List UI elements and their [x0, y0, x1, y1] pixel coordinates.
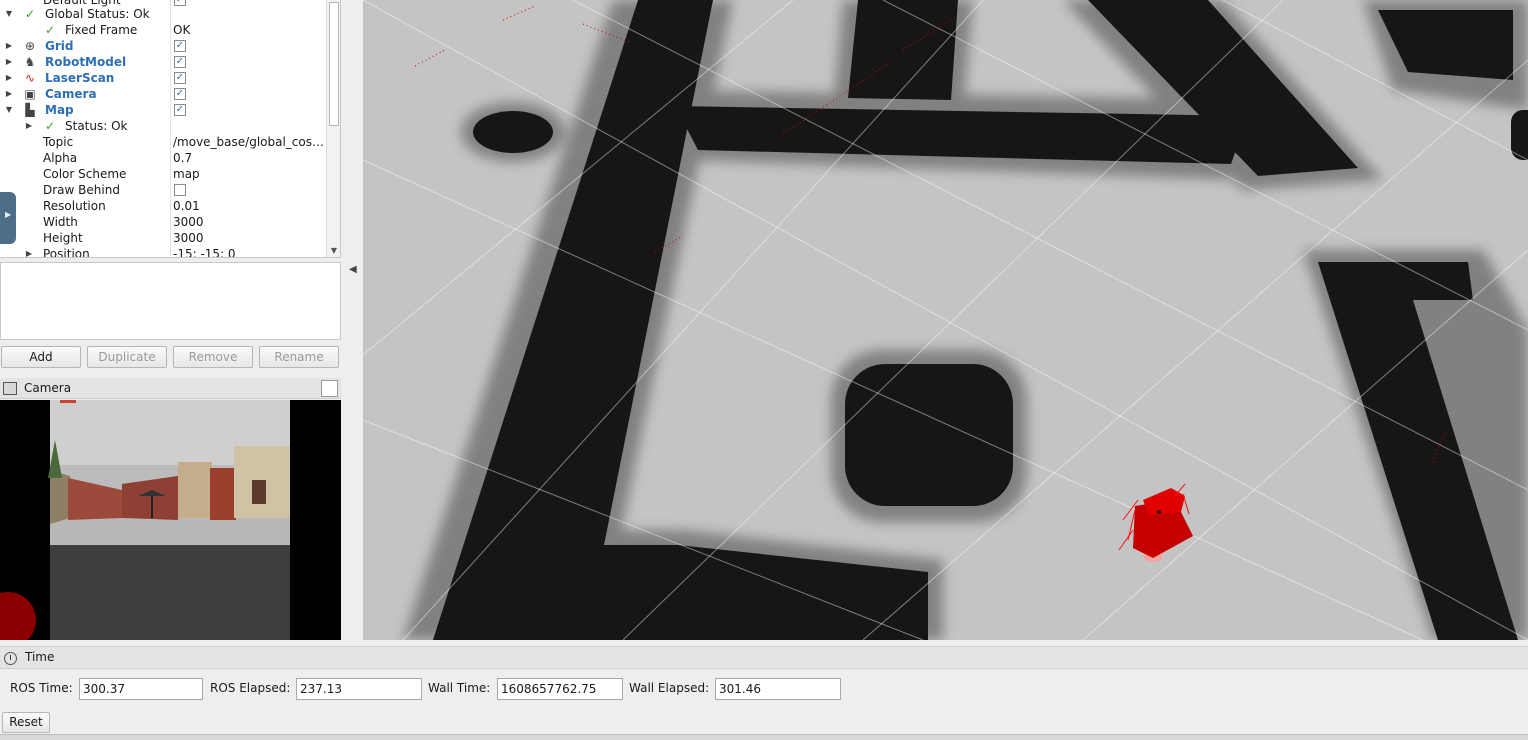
displays-tree[interactable]: Default Light ✓ ▼ ✓ Global Status: Ok ✓ …	[0, 0, 341, 258]
rviz-window: Default Light ✓ ▼ ✓ Global Status: Ok ✓ …	[0, 0, 1528, 740]
robot-model-icon: ♞	[24, 55, 36, 69]
camera-image	[0, 400, 290, 640]
expand-arrow-icon[interactable]: ▶	[24, 118, 34, 134]
tree-row-label: Map	[45, 103, 74, 117]
camera-view	[0, 400, 341, 640]
ros-time-field[interactable]: 300.37	[79, 678, 203, 700]
tree-row-label: Camera	[45, 87, 97, 101]
tree-row-map-status[interactable]: ▶ ✓ Status: Ok	[0, 118, 326, 134]
property-description-area	[0, 262, 341, 340]
camera-panel-title: Camera	[24, 381, 72, 395]
scroll-down-arrow-icon[interactable]: ▼	[329, 246, 339, 256]
tree-row-label: Grid	[45, 39, 74, 53]
expand-arrow-icon[interactable]: ▶	[4, 38, 14, 54]
tree-row-height[interactable]: Height 3000	[0, 230, 326, 246]
tree-row-color-scheme[interactable]: Color Scheme map	[0, 166, 326, 182]
remove-button[interactable]: Remove	[173, 346, 253, 368]
tree-row-label: Width	[43, 215, 78, 229]
tree-row-draw-behind[interactable]: Draw Behind	[0, 182, 326, 198]
enable-checkbox[interactable]: ✓	[174, 56, 186, 68]
tree-row-value: OK	[173, 23, 191, 37]
laser-scan-icon: ∿	[24, 71, 36, 85]
collapse-arrow-icon[interactable]: ▼	[4, 102, 14, 118]
ros-time-label: ROS Time:	[10, 681, 73, 695]
scrollbar-thumb[interactable]	[329, 2, 339, 126]
tree-row-grid[interactable]: ▶ ⊕ Grid ✓	[0, 38, 326, 54]
check-icon: ✓	[24, 7, 36, 21]
expand-arrow-icon[interactable]: ▶	[4, 70, 14, 86]
duplicate-button[interactable]: Duplicate	[87, 346, 167, 368]
tree-row-label: Color Scheme	[43, 167, 127, 181]
tree-row-value[interactable]: map	[173, 166, 325, 182]
tree-row-value[interactable]: 0.01	[173, 198, 325, 214]
camera-icon: ▣	[24, 87, 36, 101]
tree-row-camera[interactable]: ▶ ▣ Camera ✓	[0, 86, 326, 102]
tree-row-topic[interactable]: Topic /move_base/global_cost...	[0, 134, 326, 150]
tree-row-label: RobotModel	[45, 55, 127, 69]
time-panel: Time ROS Time: 300.37 ROS Elapsed: 237.1…	[0, 646, 1528, 740]
costmap-render	[363, 0, 1528, 640]
tree-row-label: Draw Behind	[43, 183, 120, 197]
check-icon: ✓	[44, 119, 56, 133]
tree-row-position[interactable]: ▶ Position -15; -15; 0	[0, 246, 326, 258]
draw-behind-checkbox[interactable]	[174, 184, 186, 196]
tree-row-resolution[interactable]: Resolution 0.01	[0, 198, 326, 214]
wall-elapsed-label: Wall Elapsed:	[629, 681, 710, 695]
wall-elapsed-field[interactable]: 301.46	[715, 678, 841, 700]
add-button[interactable]: Add	[1, 346, 81, 368]
tree-row-label: Height	[43, 231, 83, 245]
tree-row-value[interactable]: -15; -15; 0	[173, 246, 325, 257]
clock-icon	[4, 652, 17, 665]
enable-checkbox[interactable]: ✓	[174, 104, 186, 116]
tree-row-value[interactable]: 3000	[173, 214, 325, 230]
ros-elapsed-field[interactable]: 237.13	[296, 678, 422, 700]
wall-time-label: Wall Time:	[428, 681, 491, 695]
tree-row-global-status[interactable]: ▼ ✓ Global Status: Ok	[0, 6, 326, 22]
expand-arrow-icon[interactable]: ▶	[4, 86, 14, 102]
tree-row-label: Global Status: Ok	[45, 7, 150, 21]
tree-row-label: Fixed Frame	[65, 23, 138, 37]
tree-row-map[interactable]: ▼ ▙ Map ✓	[0, 102, 326, 118]
tree-row-alpha[interactable]: Alpha 0.7	[0, 150, 326, 166]
tree-row-width[interactable]: Width 3000	[0, 214, 326, 230]
expand-arrow-icon[interactable]: ▶	[4, 54, 14, 70]
tree-row-label: Alpha	[43, 151, 78, 165]
enable-checkbox[interactable]: ✓	[174, 88, 186, 100]
expand-arrow-icon[interactable]: ▶	[24, 246, 34, 257]
camera-icon	[3, 382, 17, 395]
ros-elapsed-label: ROS Elapsed:	[210, 681, 291, 695]
tree-row-robotmodel[interactable]: ▶ ♞ RobotModel ✓	[0, 54, 326, 70]
enable-checkbox[interactable]: ✓	[174, 40, 186, 52]
float-panel-button[interactable]	[321, 380, 338, 397]
map-icon: ▙	[25, 103, 35, 117]
tree-row-laserscan[interactable]: ▶ ∿ LaserScan ✓	[0, 70, 326, 86]
time-panel-title: Time	[25, 650, 55, 664]
tree-row-value[interactable]: 0.7	[173, 150, 325, 166]
rename-button[interactable]: Rename	[259, 346, 339, 368]
grid-icon: ⊕	[24, 39, 36, 53]
camera-panel-header: Camera	[0, 378, 341, 399]
tree-row-value[interactable]: 3000	[173, 230, 325, 246]
taskbar	[0, 734, 1528, 740]
collapse-arrow-icon[interactable]: ▼	[4, 6, 14, 22]
tree-row-fixed-frame[interactable]: ✓ Fixed Frame OK	[0, 22, 326, 38]
time-panel-header: Time	[0, 647, 1528, 669]
3d-viewport[interactable]	[363, 0, 1528, 640]
splitter-collapse-arrow-icon[interactable]: ◀	[349, 264, 357, 275]
tree-scrollbar[interactable]: ▼	[326, 0, 340, 257]
tree-row-label: LaserScan	[45, 71, 115, 85]
expand-arrow-icon: ▶	[5, 210, 12, 219]
tree-row-label: Resolution	[43, 199, 106, 213]
enable-checkbox[interactable]: ✓	[174, 72, 186, 84]
tree-row-label: Position	[43, 247, 90, 258]
check-icon: ✓	[44, 23, 56, 37]
reset-button[interactable]: Reset	[2, 712, 50, 733]
wall-time-field[interactable]: 1608657762.75	[497, 678, 623, 700]
tree-row-value[interactable]: /move_base/global_cost...	[173, 134, 325, 150]
side-panel-handle[interactable]: ▶	[0, 192, 16, 244]
tree-row-label: Status: Ok	[65, 119, 128, 133]
tree-row-label: Topic	[43, 135, 74, 149]
